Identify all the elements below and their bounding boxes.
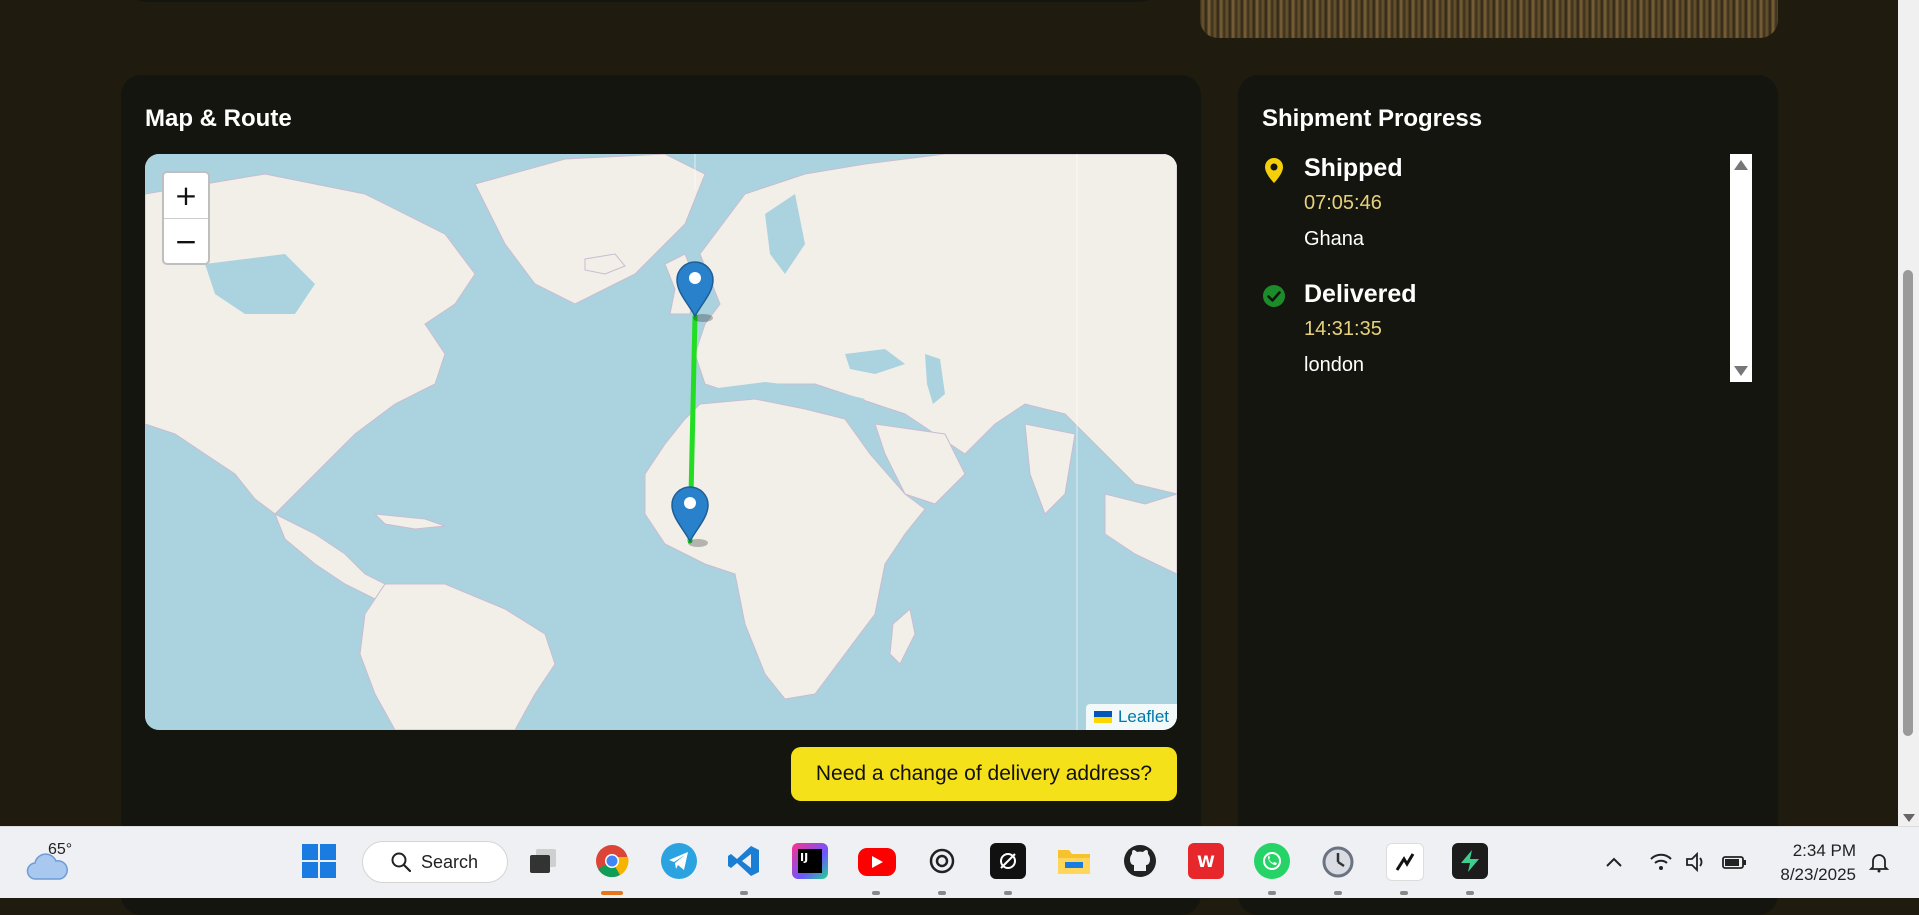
chatgpt-icon[interactable]	[924, 843, 960, 879]
whatsapp-icon[interactable]	[1254, 843, 1290, 879]
vscode-running-indicator	[740, 891, 748, 895]
event-time: 07:05:46	[1304, 192, 1382, 214]
clock-time: 2:34 PM	[1792, 841, 1856, 860]
leaflet-link[interactable]: Leaflet	[1118, 707, 1169, 727]
page-scrollbar-thumb[interactable]	[1903, 270, 1913, 736]
supabase-icon[interactable]	[1452, 843, 1488, 879]
volume-icon[interactable]	[1684, 849, 1710, 875]
page-scroll-down-icon[interactable]	[1903, 814, 1915, 822]
cursor-running-indicator	[1004, 891, 1012, 895]
ukraine-flag-icon	[1093, 711, 1112, 723]
search-label: Search	[421, 851, 479, 872]
chatgpt-running-indicator	[938, 891, 946, 895]
windows-start-icon[interactable]	[301, 843, 337, 879]
wps-office-icon[interactable]: W	[1188, 843, 1224, 879]
clock-date: 8/23/2025	[1780, 865, 1856, 884]
progress-card-title: Shipment Progress	[1262, 105, 1483, 132]
youtube-running-indicator	[872, 891, 880, 895]
map-card-title: Map & Route	[145, 105, 292, 132]
check-circle-icon	[1263, 285, 1285, 307]
zoom-in-button[interactable]: +	[164, 173, 208, 219]
whatsapp-running-indicator	[1268, 891, 1276, 895]
location-pin-icon	[1265, 158, 1283, 183]
shipment-progress-card: Shipment Progress Shipped 07:05:46 Ghana…	[1238, 75, 1778, 915]
weather-widget[interactable]: 65°	[26, 839, 86, 884]
terminal-app-icon[interactable]	[1386, 843, 1424, 881]
map-route-card: Map & Route + − Leaflet Need a change of…	[121, 75, 1201, 915]
previous-image-card-bottom	[1200, 0, 1778, 38]
event-location: london	[1304, 354, 1365, 376]
github-icon[interactable]	[1122, 843, 1158, 879]
telegram-icon[interactable]	[661, 843, 697, 879]
progress-timeline[interactable]: Shipped 07:05:46 Ghana Delivered 14:31:3…	[1262, 154, 1752, 382]
supabase-running-indicator	[1466, 891, 1474, 895]
jetbrains-icon[interactable]: IJ	[792, 843, 828, 879]
cursor-app-icon[interactable]	[990, 843, 1026, 879]
event-time: 14:31:35	[1304, 318, 1382, 340]
battery-icon[interactable]	[1721, 849, 1747, 875]
search-icon	[391, 852, 411, 872]
chrome-icon[interactable]	[594, 843, 630, 879]
timeline-scrollbar[interactable]	[1730, 154, 1752, 382]
taskbar: 65° Search IJ W 2:34 PM 8/23/2025	[0, 826, 1919, 898]
zoom-out-button[interactable]: −	[164, 219, 208, 264]
map-tiles[interactable]	[145, 154, 1177, 730]
event-status: Shipped	[1304, 154, 1403, 182]
clock-app-icon[interactable]	[1320, 843, 1356, 879]
scroll-up-arrow-icon[interactable]	[1734, 160, 1748, 170]
scroll-down-arrow-icon[interactable]	[1734, 366, 1748, 376]
chevron-up-icon[interactable]	[1601, 849, 1627, 875]
youtube-icon[interactable]	[858, 848, 896, 876]
terminal-running-indicator	[1400, 891, 1408, 895]
file-explorer-icon[interactable]	[1056, 843, 1092, 879]
zoom-control: + −	[162, 171, 210, 265]
clock-running-indicator	[1334, 891, 1342, 895]
previous-card-bottom	[128, 0, 1158, 2]
event-status: Delivered	[1304, 280, 1417, 308]
change-delivery-address-button[interactable]: Need a change of delivery address?	[791, 747, 1177, 801]
notification-bell-icon[interactable]	[1866, 849, 1892, 875]
taskbar-search[interactable]: Search	[362, 841, 508, 883]
weather-temp: 65°	[48, 841, 73, 858]
wifi-icon[interactable]	[1648, 849, 1674, 875]
event-location: Ghana	[1304, 228, 1365, 250]
taskbar-clock[interactable]: 2:34 PM 8/23/2025	[1762, 839, 1856, 887]
map-view[interactable]: + − Leaflet	[145, 154, 1177, 730]
chrome-active-indicator	[601, 891, 623, 895]
task-view-icon[interactable]	[525, 843, 561, 879]
map-attribution: Leaflet	[1085, 704, 1177, 730]
page-scrollbar[interactable]	[1898, 0, 1919, 826]
vscode-icon[interactable]	[726, 843, 762, 879]
